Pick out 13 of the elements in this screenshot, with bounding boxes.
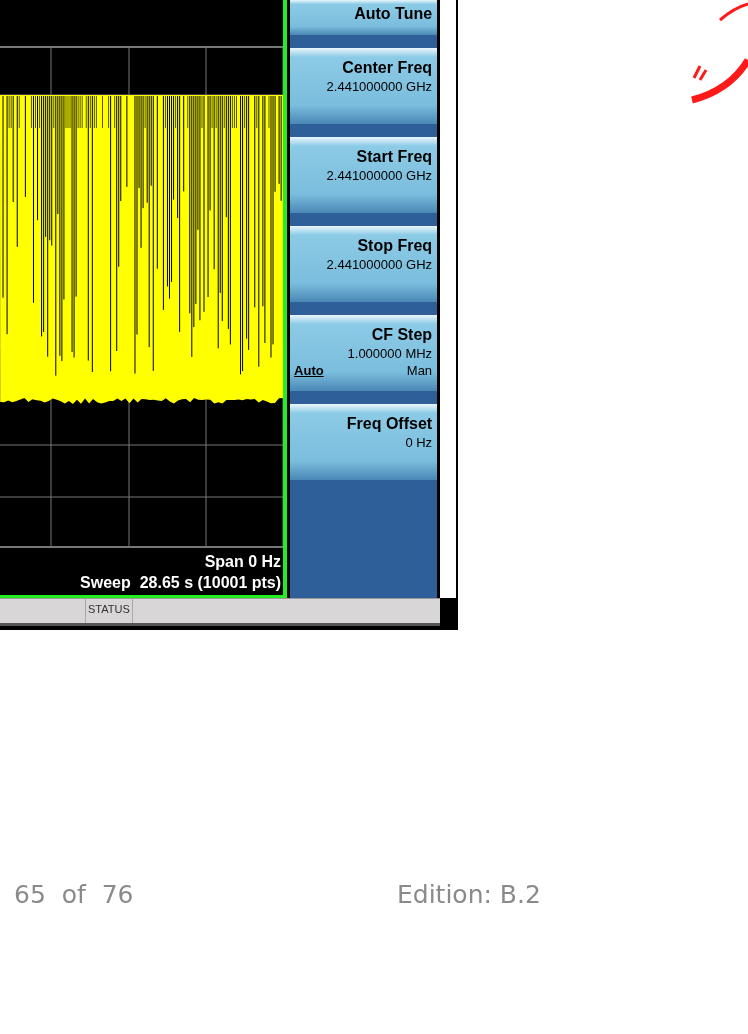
page-number: 65 of 76: [14, 880, 135, 909]
softkey-button[interactable]: Stop Freq 2.441000000 GHz: [290, 226, 438, 302]
softkey-button[interactable]: Start Freq 2.441000000 GHz: [290, 137, 438, 213]
toggle-option[interactable]: Man: [406, 362, 433, 379]
sweep-readout: Sweep 28.65 s (10001 pts): [80, 573, 282, 593]
span-readout: Span 0 Hz: [204, 552, 282, 572]
softkey-button[interactable]: Auto Tune: [290, 0, 438, 35]
softkey-button[interactable]: Freq Offset 0 Hz: [290, 404, 438, 480]
toggle-option[interactable]: Auto: [294, 362, 324, 379]
status-label: STATUS: [85, 599, 133, 623]
edition-label: Edition: B.2: [397, 880, 542, 909]
softkey-button[interactable]: Center Freq 2.441000000 GHz: [290, 48, 438, 124]
softkey-button[interactable]: CF Step 1.000000 MHz Auto Man: [290, 315, 438, 391]
